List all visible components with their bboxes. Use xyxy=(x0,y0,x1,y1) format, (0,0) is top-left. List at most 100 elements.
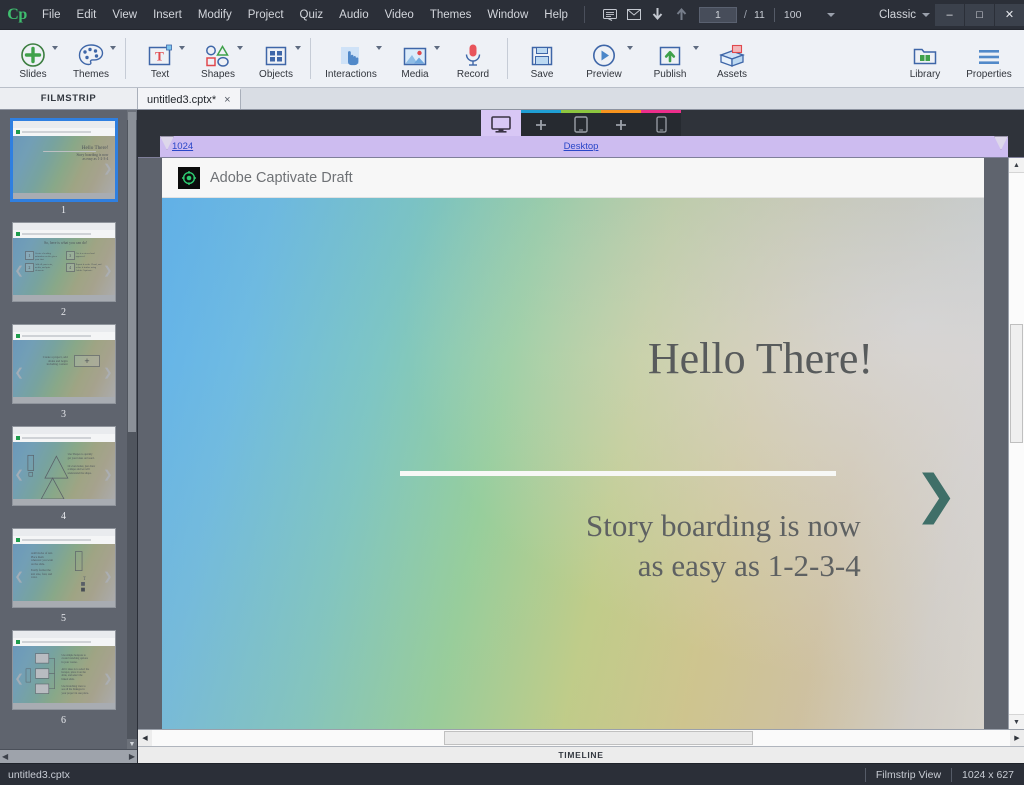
menu-item-help[interactable]: Help xyxy=(536,0,576,30)
menu-item-window[interactable]: Window xyxy=(479,0,536,30)
breakpoint-add-2[interactable] xyxy=(601,110,641,136)
menu-item-view[interactable]: View xyxy=(104,0,145,30)
menu-item-insert[interactable]: Insert xyxy=(145,0,190,30)
scroll-down-icon[interactable]: ▼ xyxy=(1009,714,1024,729)
scrollbar-track[interactable] xyxy=(1009,173,1024,714)
chevron-down-icon[interactable] xyxy=(237,46,243,50)
workspace-selector[interactable]: Classic xyxy=(879,9,930,21)
upload-icon[interactable] xyxy=(671,4,693,26)
breakpoint-add-1[interactable] xyxy=(521,110,561,136)
panel-header-filmstrip: FILMSTRIP xyxy=(0,88,138,109)
filmstrip-item-3[interactable]: +Create a project, add slides and begin … xyxy=(0,320,127,422)
chevron-down-icon[interactable] xyxy=(827,13,835,17)
chevron-down-icon[interactable] xyxy=(376,46,382,50)
slide-title-text[interactable]: Hello There! xyxy=(648,333,873,384)
breakpoint-tablet[interactable] xyxy=(561,110,601,136)
presentation-icon[interactable] xyxy=(599,4,621,26)
chevron-down-icon[interactable] xyxy=(295,46,301,50)
menu-item-quiz[interactable]: Quiz xyxy=(292,0,332,30)
device-breakpoint-bar xyxy=(138,110,1024,136)
publish-button[interactable]: Publish xyxy=(637,30,703,87)
menu-bar: Cp File Edit View Insert Modify Project … xyxy=(0,0,1024,30)
scrollbar-thumb[interactable] xyxy=(444,731,753,745)
properties-button[interactable]: Properties xyxy=(954,30,1024,87)
current-slide-input[interactable]: 1 xyxy=(699,7,737,23)
next-slide-chevron-icon[interactable]: ❯ xyxy=(914,469,958,521)
mail-icon[interactable] xyxy=(623,4,645,26)
filmstrip-item-4[interactable]: Use Shapes to quickly get your ideas on … xyxy=(0,422,127,524)
close-button[interactable]: ✕ xyxy=(995,4,1024,26)
record-button[interactable]: Record xyxy=(444,30,502,87)
menu-item-themes[interactable]: Themes xyxy=(422,0,480,30)
maximize-button[interactable]: □ xyxy=(965,4,994,26)
shapes-button[interactable]: Shapes xyxy=(189,30,247,87)
text-button[interactable]: T Text xyxy=(131,30,189,87)
scroll-up-icon[interactable]: ▲ xyxy=(1009,158,1024,173)
themes-button[interactable]: Themes xyxy=(62,30,120,87)
scroll-left-icon[interactable]: ◀ xyxy=(138,730,152,746)
filmstrip-scroll-area[interactable]: Hello There!Story boarding is nowas easy… xyxy=(0,110,127,749)
chevron-down-icon[interactable] xyxy=(179,46,185,50)
objects-button[interactable]: Objects xyxy=(247,30,305,87)
canvas-vertical-scrollbar[interactable]: ▲ ▼ xyxy=(1008,158,1024,729)
menu-item-video[interactable]: Video xyxy=(377,0,422,30)
scroll-right-icon[interactable]: ▶ xyxy=(1010,730,1024,746)
menu-item-edit[interactable]: Edit xyxy=(69,0,105,30)
zoom-level-value[interactable]: 100 xyxy=(784,9,802,21)
slide-subtitle-text[interactable]: Story boarding is now as easy as 1-2-3-4 xyxy=(586,506,861,585)
chevron-down-icon[interactable] xyxy=(693,46,699,50)
chevron-down-icon[interactable] xyxy=(627,46,633,50)
media-button[interactable]: Media xyxy=(386,30,444,87)
scroll-right-icon[interactable]: ▶ xyxy=(129,752,135,761)
canvas-horizontal-scrollbar[interactable]: ◀ ▶ xyxy=(138,729,1024,746)
filmstrip-item-1[interactable]: Hello There!Story boarding is nowas easy… xyxy=(0,116,127,218)
slide-canvas[interactable]: Adobe Captivate Draft Hello There! Story… xyxy=(162,158,984,729)
menu-item-modify[interactable]: Modify xyxy=(190,0,240,30)
document-tab[interactable]: untitled3.cptx* × xyxy=(138,88,241,109)
filmstrip-item-6[interactable]: Use simple hotspots to create branching … xyxy=(0,626,127,728)
breakpoint-ruler[interactable]: 1024 Desktop xyxy=(138,136,1024,158)
chevron-down-icon[interactable] xyxy=(52,46,58,50)
filmstrip-item-2[interactable]: 1324So, here is what you can do!Create a… xyxy=(0,218,127,320)
ruler-right-handle[interactable] xyxy=(994,136,1008,150)
close-icon[interactable]: × xyxy=(224,94,230,106)
thumbnail-bottom-bar xyxy=(13,703,115,710)
timeline-panel-header[interactable]: TIMELINE xyxy=(138,746,1024,763)
assets-button[interactable]: Assets xyxy=(703,30,761,87)
preview-button[interactable]: Preview xyxy=(571,30,637,87)
breakpoint-desktop[interactable] xyxy=(481,110,521,136)
library-button[interactable]: Library xyxy=(896,30,954,87)
filmstrip-vertical-scrollbar[interactable]: ▲ ▼ xyxy=(127,110,137,749)
scroll-down-icon[interactable]: ▼ xyxy=(127,739,137,749)
slide-thumbnail[interactable]: Use simple hotspots to create branching … xyxy=(12,630,116,710)
menu-item-audio[interactable]: Audio xyxy=(331,0,376,30)
scrollbar-thumb[interactable] xyxy=(128,112,136,432)
canvas-viewport[interactable]: Adobe Captivate Draft Hello There! Story… xyxy=(138,158,1008,729)
breakpoint-accent-bar xyxy=(641,110,681,113)
minimize-button[interactable]: – xyxy=(935,4,964,26)
app-logo[interactable]: Cp xyxy=(0,0,34,30)
download-icon[interactable] xyxy=(647,4,669,26)
tool-label: Publish xyxy=(654,69,687,80)
chevron-down-icon[interactable] xyxy=(110,46,116,50)
status-view-mode: Filmstrip View xyxy=(876,769,941,781)
slide-thumbnail[interactable]: TAdd blocks of text. Place them wherever… xyxy=(12,528,116,608)
menu-item-file[interactable]: File xyxy=(34,0,69,30)
breakpoint-mobile[interactable] xyxy=(641,110,681,136)
chevron-down-icon[interactable] xyxy=(434,46,440,50)
save-button[interactable]: Save xyxy=(513,30,571,87)
scrollbar-track[interactable] xyxy=(152,730,1010,746)
menu-item-project[interactable]: Project xyxy=(240,0,292,30)
interactions-button[interactable]: Interactions xyxy=(316,30,386,87)
status-right-group: Filmstrip View 1024 x 627 xyxy=(855,768,1024,782)
filmstrip-item-5[interactable]: TAdd blocks of text. Place them wherever… xyxy=(0,524,127,626)
scrollbar-thumb[interactable] xyxy=(1010,324,1023,443)
filmstrip-horizontal-scrollbar[interactable]: ◀ ▶ xyxy=(0,749,137,763)
slides-button[interactable]: Slides xyxy=(4,30,62,87)
slide-content[interactable]: Hello There! Story boarding is now as ea… xyxy=(162,198,984,729)
slide-thumbnail[interactable]: 1324So, here is what you can do!Create a… xyxy=(12,222,116,302)
slide-thumbnail[interactable]: Hello There!Story boarding is nowas easy… xyxy=(12,120,116,200)
slide-thumbnail[interactable]: +Create a project, add slides and begin … xyxy=(12,324,116,404)
scroll-left-icon[interactable]: ◀ xyxy=(2,752,8,761)
slide-thumbnail[interactable]: Use Shapes to quickly get your ideas on … xyxy=(12,426,116,506)
